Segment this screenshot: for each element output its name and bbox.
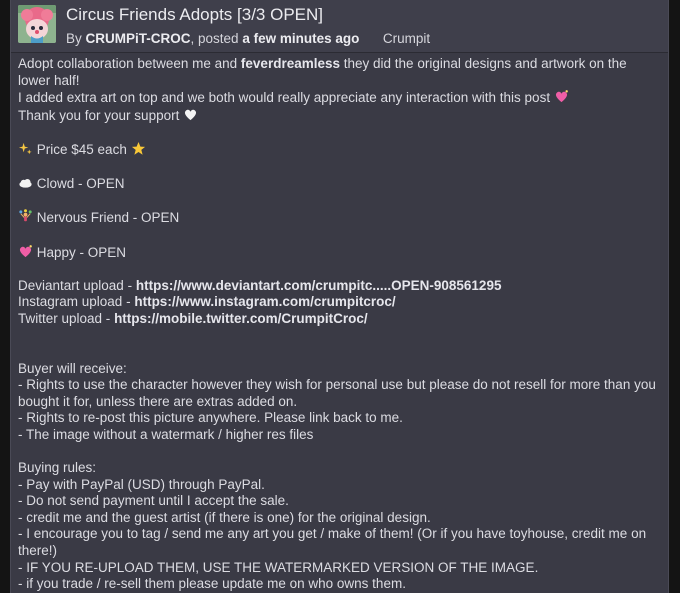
deviantart-link[interactable]: https://www.deviantart.com/crumpitc.....… (136, 278, 502, 293)
posted-prefix: , posted (190, 31, 239, 46)
price-line: Price $45 each (18, 141, 658, 159)
post-title[interactable]: Circus Friends Adopts [3/3 OPEN] (66, 5, 323, 25)
author-link[interactable]: CRUMPiT-CROC (86, 31, 191, 46)
by-prefix: By (66, 31, 82, 46)
rules-heading: Buying rules: (18, 460, 97, 476)
item-clowd: Clowd - OPEN (18, 175, 658, 193)
sparkling-heart-icon (19, 244, 32, 257)
item-nervous-friend: Nervous Friend - OPEN (18, 209, 658, 227)
buyer-item: - Rights to use the character however th… (18, 377, 656, 409)
upload-instagram: Instagram upload - https://www.instagram… (18, 294, 396, 310)
post-byline: By CRUMPiT-CROC, posted a few minutes ag… (66, 31, 430, 46)
white-heart-icon (185, 109, 197, 120)
clown-avatar-image (18, 5, 56, 43)
post-panel: Circus Friends Adopts [3/3 OPEN] By CRUM… (10, 0, 669, 593)
buyer-heading: Buyer will receive: (18, 360, 127, 376)
rule-item: - credit me and the guest artist (if the… (18, 509, 431, 525)
instagram-link[interactable]: https://www.instagram.com/crumpitcroc/ (134, 294, 395, 309)
upload-deviantart: Deviantart upload - https://www.devianta… (18, 277, 502, 293)
buyer-item: - Rights to re-post this picture anywher… (18, 410, 403, 426)
page-frame: Circus Friends Adopts [3/3 OPEN] By CRUM… (0, 0, 680, 593)
glowing-star-icon (131, 141, 145, 155)
upload-twitter: Twitter upload - https://mobile.twitter.… (18, 310, 368, 326)
sparkles-icon (18, 142, 32, 155)
post-body: Adopt collaboration between me and fever… (18, 56, 658, 593)
sparkling-heart-icon (555, 90, 568, 103)
buyer-item: - The image without a watermark / higher… (18, 426, 314, 442)
rule-item: - if you trade / re-sell them please upd… (18, 576, 406, 592)
twitter-link[interactable]: https://mobile.twitter.com/CrumpitCroc/ (114, 311, 368, 326)
juggling-person-icon (19, 209, 32, 222)
post-header: Circus Friends Adopts [3/3 OPEN] By CRUM… (11, 0, 668, 53)
rule-item: - Pay with PayPal (USD) through PayPal. (18, 476, 265, 492)
rule-item: - Do not send payment until I accept the… (18, 493, 289, 509)
item-happy: Happy - OPEN (18, 244, 658, 262)
collection-link[interactable]: Crumpit (383, 31, 430, 46)
rule-item: - I encourage you to tag / send me any a… (18, 526, 647, 559)
body-line-2: I added extra art on top and we both wou… (18, 89, 658, 107)
body-line-3: Thank you for your support (18, 107, 658, 125)
cloud-icon (19, 179, 32, 188)
rule-item: - IF YOU RE-UPLOAD THEM, USE THE WATERMA… (18, 559, 539, 575)
intro-paragraph: Adopt collaboration between me and fever… (18, 56, 627, 88)
post-time[interactable]: a few minutes ago (242, 31, 359, 46)
author-avatar[interactable] (18, 5, 56, 43)
collaborator-link[interactable]: feverdreamless (241, 56, 340, 71)
